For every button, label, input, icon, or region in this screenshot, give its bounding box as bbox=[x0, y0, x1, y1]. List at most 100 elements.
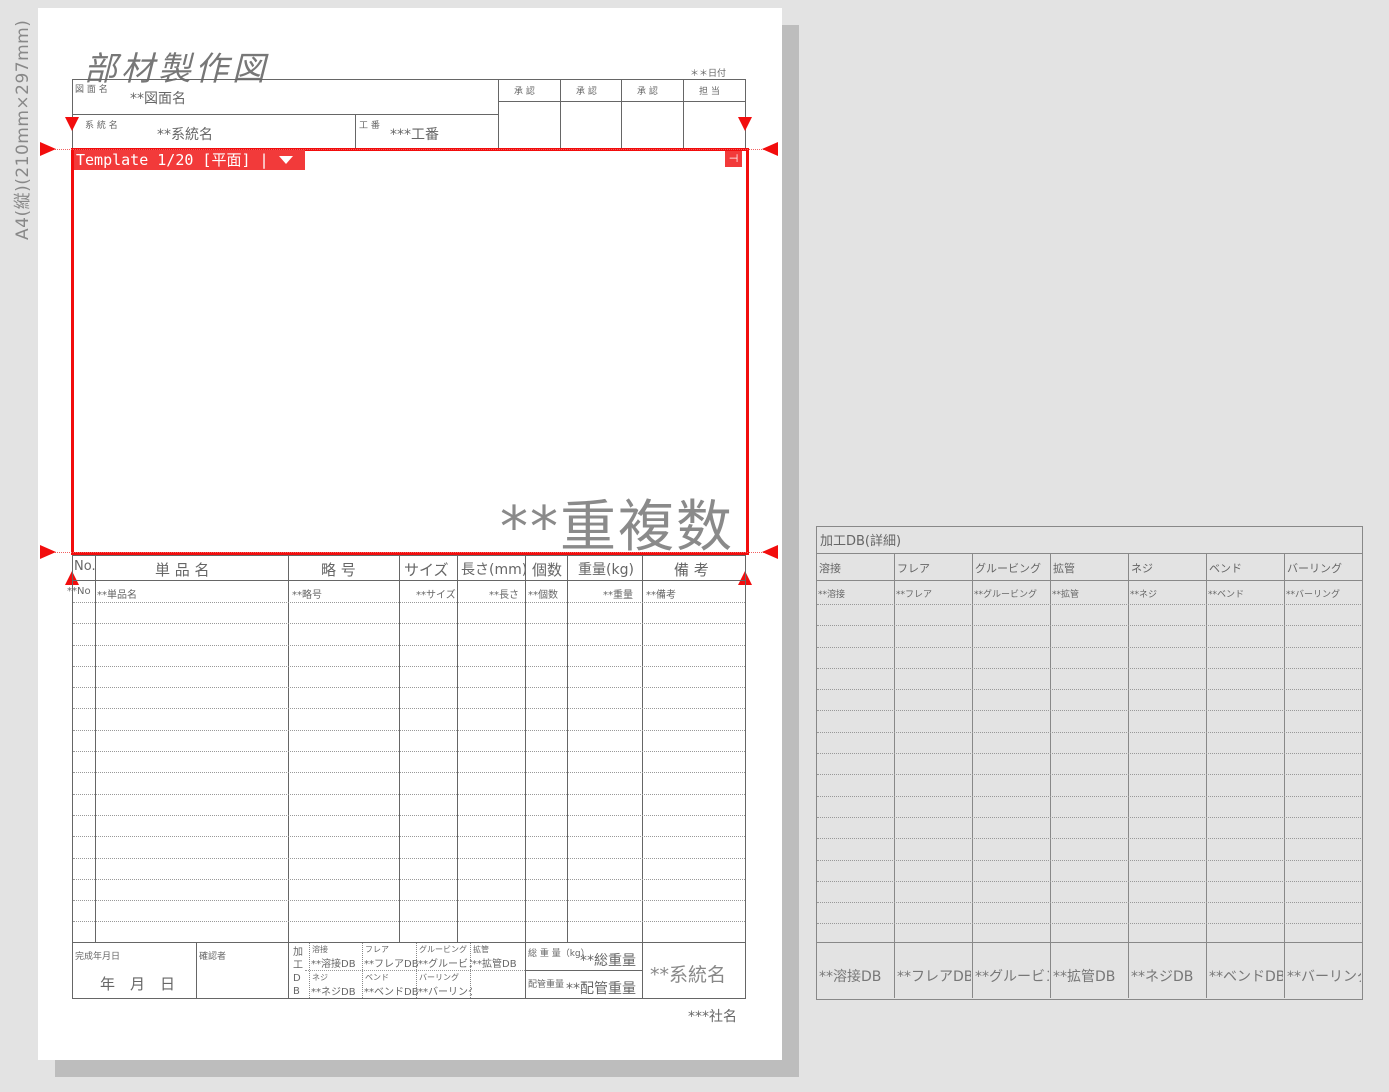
db-row-value[interactable]: **拡管 bbox=[1052, 587, 1126, 600]
footer-col-line bbox=[196, 942, 197, 998]
row-code[interactable]: **略号 bbox=[292, 586, 322, 601]
processing-item-value[interactable]: **グルービングDB bbox=[418, 955, 472, 970]
processing-item-label: 溶接 bbox=[312, 945, 328, 954]
db-col-line bbox=[894, 553, 895, 998]
processing-item-value[interactable]: **ベンドDB bbox=[364, 983, 418, 998]
footer-system-name[interactable]: **系統名 bbox=[650, 960, 726, 987]
db-row-line bbox=[817, 647, 1361, 648]
processing-item-label: ネジ bbox=[312, 973, 328, 982]
handle-top-right-icon[interactable] bbox=[738, 117, 752, 131]
row-weight[interactable]: **重量 bbox=[603, 586, 633, 601]
system-name[interactable]: **系統名 bbox=[157, 124, 213, 144]
handle-right-bottom-icon[interactable] bbox=[762, 545, 778, 559]
processing-item-value[interactable]: **フレアDB bbox=[364, 955, 418, 970]
col-line bbox=[567, 555, 568, 942]
db-row-line bbox=[817, 881, 1361, 882]
completion-date-label: 完成年月日 bbox=[75, 952, 121, 962]
handle-right-top-icon[interactable] bbox=[762, 142, 778, 156]
db-panel-title-line bbox=[816, 553, 1362, 554]
db-footer-value[interactable]: **溶接DB bbox=[819, 966, 893, 986]
db-col-header: バーリング bbox=[1287, 562, 1342, 575]
db-row-value[interactable]: **溶接 bbox=[818, 587, 892, 600]
db-row-line bbox=[817, 604, 1361, 605]
db-row-line bbox=[817, 774, 1361, 775]
work-no-label: 工 番 bbox=[359, 121, 380, 131]
col-line bbox=[642, 555, 643, 942]
db-footer-value[interactable]: **フレアDB bbox=[897, 966, 971, 986]
db-col-line bbox=[972, 553, 973, 998]
db-footer-value[interactable]: **バーリングDB bbox=[1287, 966, 1361, 986]
table-row-line bbox=[73, 794, 745, 795]
db-row-line bbox=[817, 732, 1361, 733]
db-col-line bbox=[1128, 553, 1129, 998]
db-col-header: グルービング bbox=[975, 562, 1041, 575]
db-row-line bbox=[817, 902, 1361, 903]
row-count[interactable]: **個数 bbox=[528, 586, 558, 601]
db-footer-value[interactable]: **ベンドDB bbox=[1209, 966, 1283, 986]
handle-top-left-icon[interactable] bbox=[65, 117, 79, 131]
processing-item-label: 拡管 bbox=[473, 945, 489, 954]
col-line bbox=[288, 555, 289, 942]
processing-item-label: ベンド bbox=[365, 973, 389, 982]
drawing-name[interactable]: **図面名 bbox=[130, 88, 186, 108]
bottom-guide-line bbox=[40, 552, 776, 553]
db-footer-value[interactable]: **ネジDB bbox=[1131, 966, 1205, 986]
row-remarks[interactable]: **備考 bbox=[646, 586, 676, 601]
approval-label-2: 承 認 bbox=[576, 87, 597, 97]
processing-item-value[interactable]: **バーリングDB bbox=[418, 983, 472, 998]
db-panel-footer-line bbox=[816, 942, 1362, 943]
db-row-line bbox=[817, 710, 1361, 711]
db-panel-header-line bbox=[816, 580, 1362, 581]
footer-col-line bbox=[288, 942, 289, 998]
template-tab-label: Template 1/20 [平面] | bbox=[76, 151, 269, 169]
row-part-name[interactable]: **単品名 bbox=[97, 586, 137, 601]
table-row-line bbox=[73, 879, 745, 880]
template-tab[interactable]: Template 1/20 [平面] | bbox=[74, 150, 305, 170]
parts-table-right bbox=[745, 555, 746, 998]
table-row-line bbox=[73, 645, 745, 646]
row-length[interactable]: **長さ bbox=[489, 586, 519, 601]
db-row-value[interactable]: **グルービング bbox=[974, 587, 1048, 600]
footer-row-line bbox=[525, 970, 642, 971]
db-row-value[interactable]: **バーリング bbox=[1286, 587, 1360, 600]
row-no[interactable]: **No bbox=[67, 586, 91, 597]
table-row-line bbox=[73, 921, 745, 922]
col-header-remarks: 備 考 bbox=[674, 561, 709, 579]
db-row-line bbox=[817, 923, 1361, 924]
chevron-down-icon[interactable] bbox=[278, 156, 293, 164]
table-row-line bbox=[73, 900, 745, 901]
db-panel-title: 加工DB(詳細) bbox=[820, 534, 902, 549]
col-header-weight: 重量(kg) bbox=[578, 562, 634, 578]
row-size[interactable]: **サイズ bbox=[416, 586, 456, 601]
col-line bbox=[525, 555, 526, 942]
processing-item-value[interactable]: **拡管DB bbox=[472, 955, 526, 970]
processing-item-label: フレア bbox=[365, 945, 389, 954]
db-row-line bbox=[817, 689, 1361, 690]
db-row-value[interactable]: **フレア bbox=[896, 587, 970, 600]
processing-item-value[interactable]: **ネジDB bbox=[311, 983, 365, 998]
processing-col-line bbox=[362, 943, 363, 998]
db-row-value[interactable]: **ネジ bbox=[1130, 587, 1204, 600]
total-weight[interactable]: **総重量 bbox=[580, 950, 636, 970]
date-field[interactable]: ＊＊日付 bbox=[690, 66, 726, 79]
db-footer-value[interactable]: **拡管DB bbox=[1053, 966, 1127, 986]
processing-item-label: バーリング bbox=[419, 973, 459, 982]
pipe-weight[interactable]: **配管重量 bbox=[566, 978, 636, 998]
pin-icon[interactable]: ⊣ bbox=[725, 151, 742, 167]
handle-left-top-icon[interactable] bbox=[40, 142, 56, 156]
processing-item-value[interactable]: **溶接DB bbox=[311, 955, 365, 970]
handle-left-bottom-icon[interactable] bbox=[40, 545, 56, 559]
duplicate-count: **重複数 bbox=[500, 495, 734, 560]
company-name[interactable]: ***社名 bbox=[688, 1006, 737, 1026]
work-no[interactable]: ***工番 bbox=[390, 124, 439, 144]
db-row-value[interactable]: **ベンド bbox=[1208, 587, 1282, 600]
footer-bottom bbox=[72, 998, 746, 999]
db-footer-value[interactable]: **グルービング bbox=[975, 966, 1049, 986]
completion-date[interactable]: 年 月 日 bbox=[100, 973, 175, 994]
footer-processing-divider bbox=[305, 970, 525, 971]
table-row-line bbox=[73, 772, 745, 773]
pipe-weight-label: 配管重量 bbox=[528, 980, 565, 990]
db-col-header: ネジ bbox=[1131, 562, 1153, 575]
col-header-count: 個数 bbox=[532, 561, 563, 579]
parts-table-bottom bbox=[72, 942, 746, 943]
